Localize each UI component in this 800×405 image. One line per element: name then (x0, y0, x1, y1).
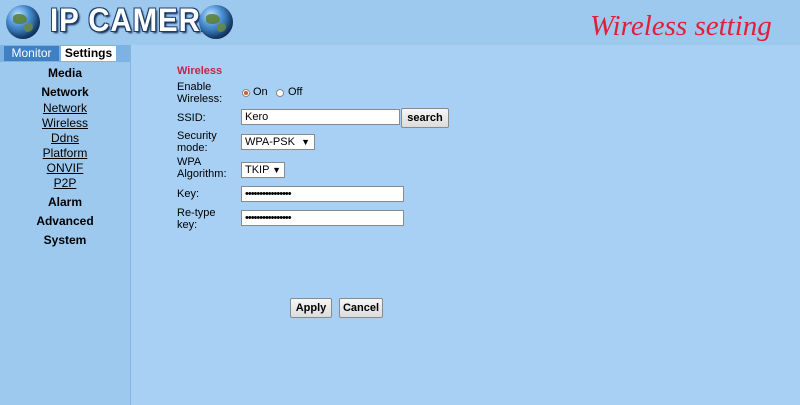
wireless-off-radio[interactable] (276, 89, 284, 97)
ssid-label: SSID: (177, 112, 206, 124)
enable-wireless-label-line1: Enable (177, 81, 212, 93)
sidebar-item-system[interactable]: System (0, 233, 130, 247)
security-mode-value: WPA-PSK (245, 136, 295, 148)
sidebar-item-network[interactable]: Network (0, 85, 130, 99)
apply-button[interactable]: Apply (290, 298, 332, 318)
chevron-down-icon: ▼ (272, 165, 281, 175)
retype-key-label: Re-type key: (177, 207, 239, 231)
ssid-input[interactable]: Kero (241, 109, 400, 125)
security-mode-label: Security mode: (177, 130, 239, 154)
wireless-on-radio[interactable] (242, 89, 250, 97)
security-mode-label-line2: mode: (177, 142, 208, 154)
sidebar-subitem-ddns[interactable]: Ddns (0, 131, 130, 145)
enable-wireless-label-line2: Wireless: (177, 93, 223, 105)
globe-icon (199, 5, 233, 39)
globe-icon (6, 5, 40, 39)
security-mode-label-line1: Security (177, 130, 217, 142)
sidebar-item-alarm[interactable]: Alarm (0, 195, 130, 209)
page-heading: Wireless setting (590, 10, 772, 42)
wpa-algorithm-select[interactable]: TKIP ▼ (241, 162, 285, 178)
retype-key-label-line1: Re-type (177, 207, 216, 219)
sidebar-subitem-p2p[interactable]: P2P (0, 176, 130, 190)
sidebar-subitem-platform[interactable]: Platform (0, 146, 130, 160)
wpa-algorithm-label: WPA Algorithm: (177, 156, 239, 180)
wpa-algorithm-label-line2: Algorithm: (177, 168, 227, 180)
sidebar-subitem-onvif[interactable]: ONVIF (0, 161, 130, 175)
tab-settings[interactable]: Settings (61, 46, 116, 61)
tab-monitor[interactable]: Monitor (4, 46, 59, 61)
sidebar-subitem-wireless[interactable]: Wireless (0, 116, 130, 130)
sidebar-subitem-network[interactable]: Network (0, 101, 130, 115)
key-input[interactable]: •••••••••••••••• (241, 186, 404, 202)
retype-key-input[interactable]: •••••••••••••••• (241, 210, 404, 226)
section-title: Wireless (177, 65, 223, 77)
key-label: Key: (177, 188, 200, 200)
chevron-down-icon: ▼ (301, 137, 310, 147)
wireless-on-label: On (253, 86, 268, 98)
cancel-button[interactable]: Cancel (339, 298, 383, 318)
search-button[interactable]: search (401, 108, 449, 128)
main-panel: Wireless Enable Wireless: On Off SSID: K… (131, 45, 800, 405)
app-title: IP CAMERA (50, 2, 223, 38)
retype-key-label-line2: key: (177, 219, 198, 231)
security-mode-select[interactable]: WPA-PSK ▼ (241, 134, 315, 150)
sidebar: Monitor Settings Media Network Network W… (0, 45, 131, 405)
wpa-algorithm-value: TKIP (245, 164, 270, 176)
wireless-off-label: Off (288, 86, 303, 98)
wpa-algorithm-label-line1: WPA (177, 156, 202, 168)
header: IP CAMERA Wireless setting (0, 0, 800, 45)
enable-wireless-label: Enable Wireless: (177, 81, 239, 105)
sidebar-item-media[interactable]: Media (0, 66, 130, 80)
tab-bar: Monitor Settings (0, 45, 130, 62)
sidebar-item-advanced[interactable]: Advanced (0, 214, 130, 228)
